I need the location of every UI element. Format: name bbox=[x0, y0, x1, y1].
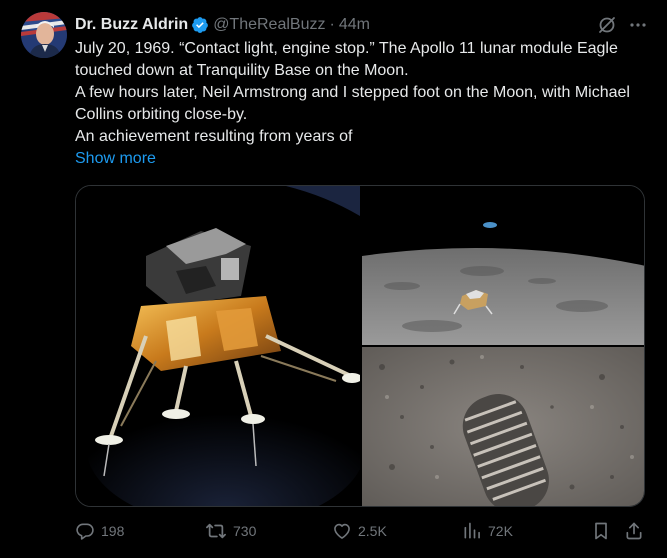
tweet-paragraph-3: An achievement resulting from years of bbox=[75, 128, 353, 145]
lunar-module-image bbox=[76, 186, 360, 506]
share-button[interactable] bbox=[624, 518, 644, 544]
media-grid bbox=[75, 185, 645, 507]
repost-count: 730 bbox=[233, 523, 257, 539]
views-count: 72K bbox=[488, 523, 513, 539]
separator: · bbox=[329, 16, 335, 33]
bookmark-icon bbox=[592, 521, 610, 541]
grok-icon[interactable] bbox=[597, 15, 617, 35]
tweet: Dr. Buzz Aldrin @TheRealBuzz · 44m July … bbox=[0, 0, 667, 558]
header-actions bbox=[597, 12, 647, 38]
media-bootprint[interactable] bbox=[362, 347, 644, 506]
bootprint-image bbox=[362, 347, 644, 506]
like-icon bbox=[332, 521, 352, 541]
avatar[interactable] bbox=[21, 12, 67, 58]
reply-icon bbox=[75, 521, 95, 541]
reply-count: 198 bbox=[101, 523, 125, 539]
show-more-link[interactable]: Show more bbox=[75, 148, 156, 170]
more-icon[interactable] bbox=[629, 16, 647, 34]
tweet-paragraph-1: July 20, 1969. “Contact light, engine st… bbox=[75, 40, 618, 79]
post-time[interactable]: 44m bbox=[339, 16, 370, 34]
media-lunar-horizon[interactable] bbox=[362, 186, 644, 345]
tweet-text: July 20, 1969. “Contact light, engine st… bbox=[75, 38, 647, 170]
avatar-image bbox=[21, 12, 67, 58]
like-count: 2.5K bbox=[358, 523, 387, 539]
media-lunar-module[interactable] bbox=[76, 186, 360, 506]
verified-badge-icon bbox=[191, 16, 209, 34]
author-handle[interactable]: @TheRealBuzz bbox=[213, 16, 325, 34]
tweet-header: Dr. Buzz Aldrin @TheRealBuzz · 44m bbox=[75, 12, 647, 38]
tweet-paragraph-2: A few hours later, Neil Armstrong and I … bbox=[75, 84, 630, 123]
tweet-actions: 198 730 2.5K 72K bbox=[75, 518, 647, 544]
author-name[interactable]: Dr. Buzz Aldrin bbox=[75, 16, 188, 34]
lunar-horizon-image bbox=[362, 186, 644, 345]
repost-button[interactable]: 730 bbox=[205, 518, 256, 544]
views-button[interactable]: 72K bbox=[462, 518, 513, 544]
share-icon bbox=[624, 521, 644, 541]
like-button[interactable]: 2.5K bbox=[332, 518, 387, 544]
reply-button[interactable]: 198 bbox=[75, 518, 124, 544]
bookmark-button[interactable] bbox=[592, 518, 610, 544]
views-icon bbox=[462, 521, 482, 541]
repost-icon bbox=[205, 521, 227, 541]
